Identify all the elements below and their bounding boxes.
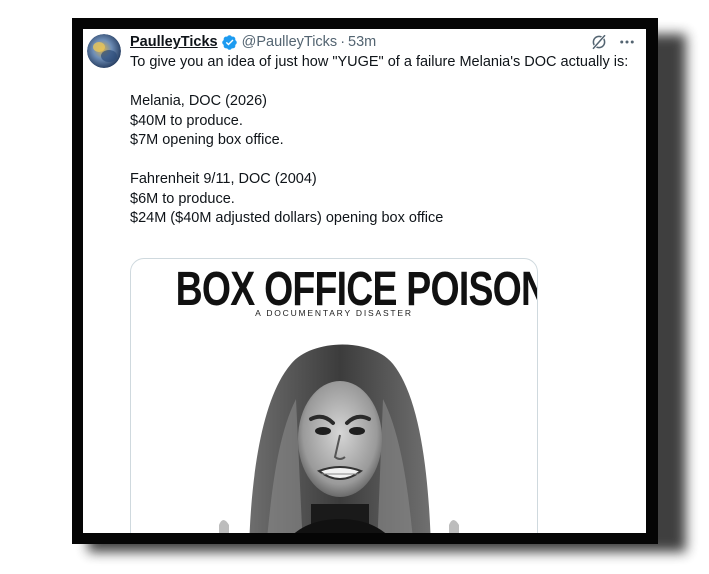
separator-dot: · [340, 34, 346, 50]
tweet-card[interactable]: PaulleyTicks @PaulleyTicks · 53m To give… [83, 29, 646, 533]
user-handle[interactable]: @PaulleyTicks [242, 34, 338, 50]
tweet-text-line: $7M opening box office. [130, 132, 284, 148]
tweet-header: PaulleyTicks @PaulleyTicks · 53m [130, 31, 636, 53]
tweet-text-line: To give you an idea of just how "YUGE" o… [130, 54, 629, 70]
grok-icon[interactable] [590, 33, 608, 51]
tweet-text: To give you an idea of just how "YUGE" o… [130, 53, 635, 229]
poster-portrait [219, 344, 459, 533]
poster-subtitle: A DOCUMENTARY DISASTER [255, 308, 413, 318]
display-name[interactable]: PaulleyTicks [130, 34, 218, 50]
timestamp[interactable]: 53m [348, 34, 376, 50]
avatar-image [87, 34, 121, 68]
screenshot-canvas: PaulleyTicks @PaulleyTicks · 53m To give… [0, 0, 709, 574]
header-actions [590, 31, 636, 53]
avatar[interactable] [87, 34, 121, 68]
verified-badge-icon [221, 34, 238, 51]
tweet-text-line: $6M to produce. [130, 190, 235, 207]
tweet-text-line: $24M ($40M adjusted dollars) opening box… [130, 210, 444, 226]
tweet-media-image[interactable]: BOX OFFICE POISON A DOCUMENTARY DISASTER [130, 258, 538, 533]
tweet-text-line: Fahrenheit 9/11, DOC (2004) [130, 171, 317, 187]
tweet-text-line: $40M to produce. [130, 112, 243, 129]
tweet-text-line: Melania, DOC (2026) [130, 93, 267, 109]
more-options-icon[interactable] [618, 33, 636, 51]
